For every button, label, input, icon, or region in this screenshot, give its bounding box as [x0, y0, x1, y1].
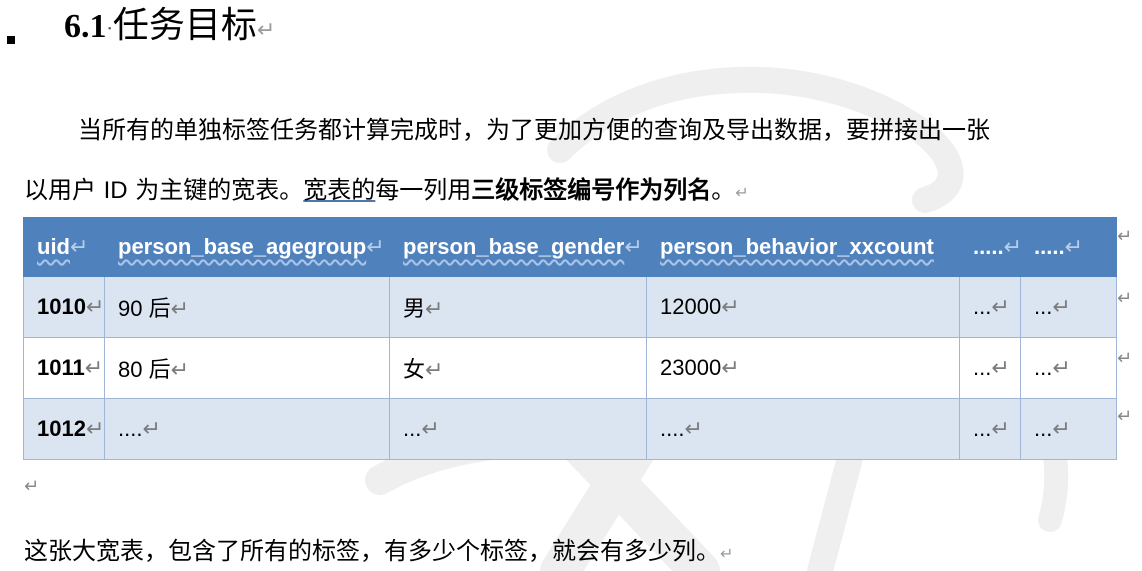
table-cell-uid[interactable]: 1011↵ — [23, 337, 105, 399]
column-header-gender[interactable]: person_base_gender↵ — [389, 217, 647, 277]
paragraph-text: 这张大宽表，包含了所有的标签，有多少个标签，就会有多少列。 — [24, 537, 720, 565]
column-header-more-1[interactable]: .....↵ — [959, 217, 1021, 277]
table-row: 1010↵ 90 后↵ 男↵ 12000↵ ...↵ ...↵ — [23, 276, 1117, 338]
table-cell[interactable]: ....↵ — [646, 398, 960, 460]
row-end-mark-icon: ↵ — [1117, 226, 1133, 247]
paragraph-text: 当所有的单独标签任务都计算完成时，为了更加方便的查询及导出数据，要拼接出一张 — [78, 116, 990, 144]
paragraph-text: 以用户 — [24, 176, 96, 204]
paragraph-1-line-2: 以用户 ID 为主键的宽表。宽表的每一列用三级标签编号作为列名。↵ — [24, 170, 749, 205]
table-cell[interactable]: ...↵ — [959, 276, 1021, 338]
paragraph-text: 每一列用 — [375, 176, 472, 204]
paragraph-text: 为主键的宽表。 — [135, 176, 304, 204]
table-cell[interactable]: 男↵ — [389, 276, 647, 338]
paragraph-text: 。 — [711, 176, 736, 204]
paragraph-text: ID — [103, 177, 128, 204]
table-cell[interactable]: ...↵ — [1020, 337, 1117, 399]
heading-number: 6.1 — [64, 8, 107, 45]
bold-text: 三级标签编号作为列名 — [471, 176, 712, 204]
row-end-mark-icon: ↵ — [1117, 288, 1133, 309]
tag-wide-table: uid↵ person_base_agegroup↵ person_base_g… — [23, 217, 1117, 460]
column-header-xxcount[interactable]: person_behavior_xxcount — [646, 217, 960, 277]
row-end-mark-icon: ↵ — [1117, 406, 1133, 427]
paragraph-2: 这张大宽表，包含了所有的标签，有多少个标签，就会有多少列。↵ — [24, 531, 733, 566]
column-header-more-2[interactable]: .....↵ — [1020, 217, 1117, 277]
table-cell[interactable]: 23000↵ — [646, 337, 960, 399]
paragraph-mark-icon: ↵ — [735, 183, 749, 202]
row-end-mark-icon: ↵ — [1117, 348, 1133, 369]
paragraph-mark-icon: ↵ — [720, 544, 734, 563]
paragraph-mark-icon: ↵ — [24, 476, 40, 497]
table-row: 1012↵ ....↵ ...↵ ....↵ ...↵ ...↵ — [23, 398, 1117, 460]
section-heading: 6.1·任务目标↵ — [64, 2, 275, 50]
table-cell[interactable]: 90 后↵ — [104, 276, 390, 338]
table-cell[interactable]: ...↵ — [1020, 398, 1117, 460]
table-cell[interactable]: ....↵ — [104, 398, 390, 460]
table-cell[interactable]: ...↵ — [389, 398, 647, 460]
table-cell[interactable]: 12000↵ — [646, 276, 960, 338]
table-cell[interactable]: 80 后↵ — [104, 337, 390, 399]
paragraph-mark-icon: ↵ — [256, 18, 276, 43]
table-cell-uid[interactable]: 1012↵ — [23, 398, 105, 460]
table-cell[interactable]: ...↵ — [959, 398, 1021, 460]
table-cell[interactable]: ...↵ — [1020, 276, 1117, 338]
table-cell[interactable]: 女↵ — [389, 337, 647, 399]
table-row: 1011↵ 80 后↵ 女↵ 23000↵ ...↵ ...↵ — [23, 337, 1117, 399]
heading-title: 任务目标 — [112, 5, 257, 46]
heading-bullet — [7, 36, 15, 44]
wide-table-link[interactable]: 宽表的 — [303, 176, 375, 204]
table-cell[interactable]: ...↵ — [959, 337, 1021, 399]
column-header-agegroup[interactable]: person_base_agegroup↵ — [104, 217, 390, 277]
column-header-uid[interactable]: uid↵ — [23, 217, 105, 277]
paragraph-1-line-1: 当所有的单独标签任务都计算完成时，为了更加方便的查询及导出数据，要拼接出一张 — [78, 110, 990, 145]
table-cell-uid[interactable]: 1010↵ — [23, 276, 105, 338]
table-header-row: uid↵ person_base_agegroup↵ person_base_g… — [23, 217, 1117, 277]
